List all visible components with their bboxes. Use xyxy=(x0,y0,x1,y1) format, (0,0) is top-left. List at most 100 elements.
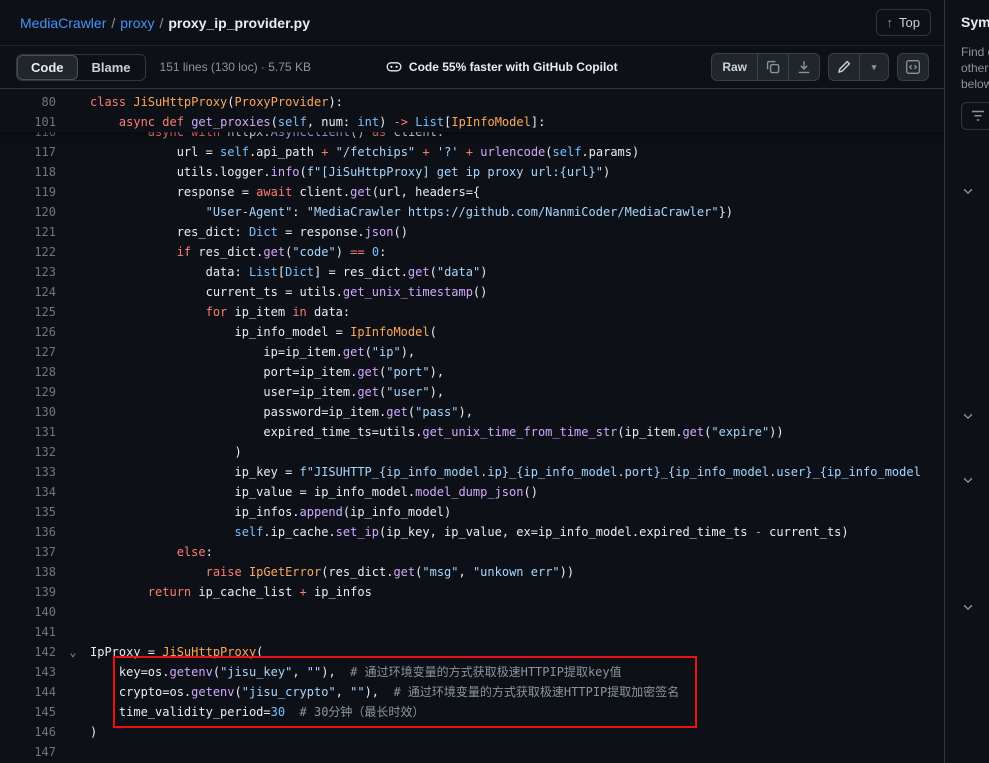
download-raw-button[interactable] xyxy=(788,53,820,81)
edit-dropdown-button[interactable]: ▾ xyxy=(859,53,889,81)
code-viewer: 116 async with httpx.AsyncClient() as cl… xyxy=(0,90,945,763)
symbols-description-line: Find definitions and references for func… xyxy=(961,44,989,60)
line-number[interactable]: 127 xyxy=(0,342,56,362)
code-lines: 116 async with httpx.AsyncClient() as cl… xyxy=(0,90,945,762)
filter-symbols-input[interactable] xyxy=(961,102,989,130)
copilot-banner[interactable]: Code 55% faster with GitHub Copilot xyxy=(386,59,618,75)
code-text: "User-Agent": "MediaCrawler https://gith… xyxy=(90,202,945,222)
symbol-expander-chevron-icon[interactable] xyxy=(961,409,975,423)
breadcrumb: MediaCrawler / proxy / proxy_ip_provider… xyxy=(20,15,310,31)
code-text: crypto=os.getenv("jisu_crypto", ""), # 通… xyxy=(90,682,945,702)
fold-spacer xyxy=(56,282,90,302)
file-view: MediaCrawler / proxy / proxy_ip_provider… xyxy=(0,0,945,763)
fold-spacer xyxy=(56,222,90,242)
copilot-icon xyxy=(386,59,402,75)
line-number[interactable]: 137 xyxy=(0,542,56,562)
code-line: 139 return ip_cache_list + ip_infos xyxy=(0,582,945,602)
line-number[interactable]: 101 xyxy=(0,112,56,132)
breadcrumb-repo-link[interactable]: MediaCrawler xyxy=(20,15,106,31)
fold-spacer xyxy=(56,582,90,602)
code-line: 145 time_validity_period=30 # 30分钟（最长时效） xyxy=(0,702,945,722)
fold-spacer xyxy=(56,722,90,742)
back-to-top-button[interactable]: ↑ Top xyxy=(876,9,931,36)
code-line: 136 self.ip_cache.set_ip(ip_key, ip_valu… xyxy=(0,522,945,542)
line-number[interactable]: 126 xyxy=(0,322,56,342)
line-number[interactable]: 131 xyxy=(0,422,56,442)
raw-button[interactable]: Raw xyxy=(711,53,758,81)
fold-spacer xyxy=(56,682,90,702)
code-text: return ip_cache_list + ip_infos xyxy=(90,582,945,602)
line-number[interactable]: 121 xyxy=(0,222,56,242)
line-number[interactable]: 80 xyxy=(0,92,56,112)
line-number[interactable]: 145 xyxy=(0,702,56,722)
fold-spacer xyxy=(56,322,90,342)
line-number[interactable]: 147 xyxy=(0,742,56,762)
line-number[interactable]: 119 xyxy=(0,182,56,202)
code-text: IpProxy = JiSuHttpProxy( xyxy=(90,642,945,662)
line-number[interactable]: 130 xyxy=(0,402,56,422)
code-line: 133 ip_key = f"JISUHTTP_{ip_info_model.i… xyxy=(0,462,945,482)
fold-spacer xyxy=(56,162,90,182)
code-line: 146) xyxy=(0,722,945,742)
line-number[interactable]: 120 xyxy=(0,202,56,222)
fold-chevron-icon[interactable]: ⌄ xyxy=(56,642,90,662)
line-number[interactable]: 138 xyxy=(0,562,56,582)
line-number[interactable]: 139 xyxy=(0,582,56,602)
line-number[interactable]: 136 xyxy=(0,522,56,542)
symbol-expander-chevron-icon[interactable] xyxy=(961,473,975,487)
fold-spacer xyxy=(56,602,90,622)
fold-spacer xyxy=(56,742,90,762)
symbols-panel-description: Find definitions and references for func… xyxy=(961,44,989,92)
line-number[interactable]: 143 xyxy=(0,662,56,682)
file-toolbar: Code Blame 151 lines (130 loc) · 5.75 KB… xyxy=(0,45,945,89)
line-number[interactable]: 133 xyxy=(0,462,56,482)
fold-spacer xyxy=(56,302,90,322)
sticky-context-lines: 80class JiSuHttpProxy(ProxyProvider):101… xyxy=(0,90,945,132)
code-line: 132 ) xyxy=(0,442,945,462)
line-number[interactable]: 132 xyxy=(0,442,56,462)
filter-icon xyxy=(970,108,986,124)
line-number[interactable]: 129 xyxy=(0,382,56,402)
code-text: user=ip_item.get("user"), xyxy=(90,382,945,402)
symbols-panel-toggle-button[interactable] xyxy=(897,53,929,81)
line-number[interactable]: 123 xyxy=(0,262,56,282)
copy-raw-button[interactable] xyxy=(757,53,789,81)
line-number[interactable]: 146 xyxy=(0,722,56,742)
line-number[interactable]: 117 xyxy=(0,142,56,162)
line-number[interactable]: 125 xyxy=(0,302,56,322)
fold-spacer xyxy=(56,462,90,482)
breadcrumb-folder-link[interactable]: proxy xyxy=(120,15,154,31)
code-text: ip_key = f"JISUHTTP_{ip_info_model.ip}_{… xyxy=(90,462,945,482)
code-line: 126 ip_info_model = IpInfoModel( xyxy=(0,322,945,342)
fold-spacer xyxy=(56,522,90,542)
line-number[interactable]: 135 xyxy=(0,502,56,522)
line-number[interactable]: 141 xyxy=(0,622,56,642)
code-line: 140 xyxy=(0,602,945,622)
symbol-expander-chevron-icon[interactable] xyxy=(961,184,975,198)
file-actions: Raw xyxy=(711,53,929,81)
line-number[interactable]: 118 xyxy=(0,162,56,182)
line-number[interactable]: 128 xyxy=(0,362,56,382)
line-number[interactable]: 140 xyxy=(0,602,56,622)
edit-file-button[interactable] xyxy=(828,53,860,81)
line-number[interactable]: 144 xyxy=(0,682,56,702)
code-line: 117 url = self.api_path + "/fetchips" + … xyxy=(0,142,945,162)
copilot-banner-label: Code 55% faster with GitHub Copilot xyxy=(409,60,618,74)
fold-spacer xyxy=(56,442,90,462)
line-number[interactable]: 134 xyxy=(0,482,56,502)
breadcrumb-file-name: proxy_ip_provider.py xyxy=(168,15,310,31)
fold-spacer xyxy=(56,702,90,722)
tab-blame[interactable]: Blame xyxy=(78,55,145,80)
line-number[interactable]: 124 xyxy=(0,282,56,302)
code-text: ) xyxy=(90,722,945,742)
code-text: current_ts = utils.get_unix_timestamp() xyxy=(90,282,945,302)
code-text xyxy=(90,742,945,762)
code-text: ip_infos.append(ip_info_model) xyxy=(90,502,945,522)
fold-spacer xyxy=(56,112,90,132)
tab-code[interactable]: Code xyxy=(17,55,78,80)
line-number[interactable]: 142 xyxy=(0,642,56,662)
symbol-expander-chevron-icon[interactable] xyxy=(961,600,975,614)
code-line: 128 port=ip_item.get("port"), xyxy=(0,362,945,382)
line-number[interactable]: 122 xyxy=(0,242,56,262)
fold-spacer xyxy=(56,502,90,522)
